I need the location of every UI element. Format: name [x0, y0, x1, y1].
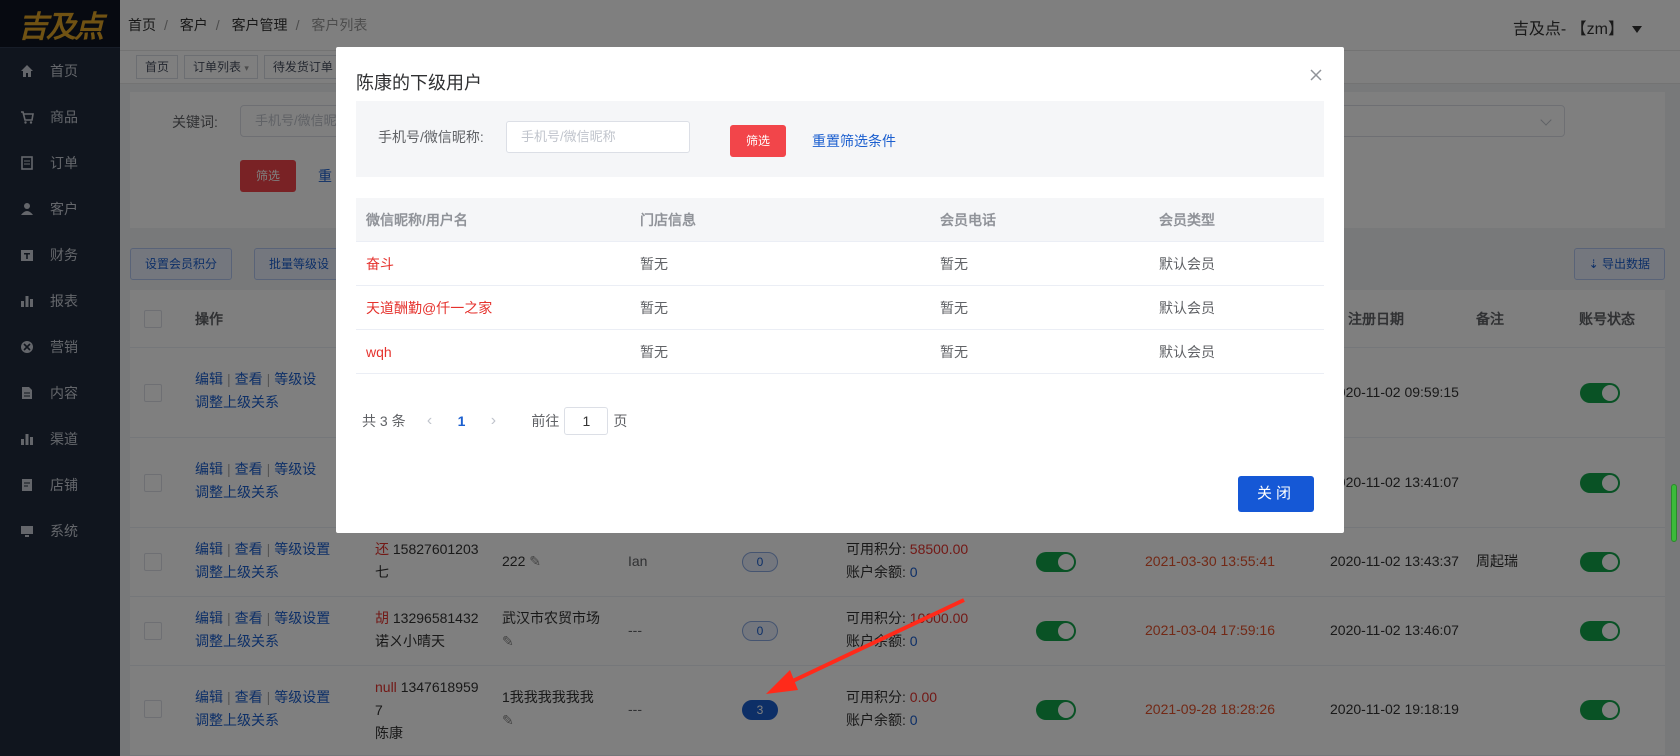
next-page-icon[interactable]: › [483, 412, 503, 430]
store-info: 暂无 [640, 344, 668, 360]
member-type: 默认会员 [1159, 344, 1215, 360]
close-button[interactable]: 关闭 [1238, 476, 1314, 512]
store-info: 暂无 [640, 256, 668, 272]
table-row: wqh 暂无 暂无 默认会员 [356, 330, 1324, 374]
member-phone: 暂无 [940, 344, 968, 360]
page-number[interactable]: 1 [458, 413, 466, 429]
user-name-link[interactable]: 奋斗 [366, 255, 394, 273]
col-store: 门店信息 [640, 212, 696, 228]
member-phone: 暂无 [940, 256, 968, 272]
user-name-link[interactable]: wqh [366, 343, 392, 361]
dialog-filter-label: 手机号/微信昵称: [378, 129, 484, 145]
col-nickname: 微信昵称/用户名 [366, 212, 468, 228]
col-phone: 会员电话 [940, 212, 996, 228]
table-row: 天道酬勤@仟一之家 暂无 暂无 默认会员 [356, 286, 1324, 330]
goto-label: 前往 [531, 413, 560, 429]
page-suffix: 页 [613, 413, 628, 429]
dialog-filter-button[interactable]: 筛选 [730, 125, 786, 157]
goto-page-input[interactable]: 1 [564, 407, 609, 435]
table-row: 奋斗 暂无 暂无 默认会员 [356, 242, 1324, 286]
dialog-search-input[interactable]: 手机号/微信昵称 [506, 121, 690, 153]
pager-total: 共 3 条 [362, 413, 406, 429]
store-info: 暂无 [640, 300, 668, 316]
dialog-filter: 手机号/微信昵称: 手机号/微信昵称 筛选 重置筛选条件 [356, 101, 1324, 177]
dialog-table-header: 微信昵称/用户名 门店信息 会员电话 会员类型 [356, 198, 1324, 242]
col-type: 会员类型 [1159, 212, 1215, 228]
member-phone: 暂无 [940, 300, 968, 316]
close-icon[interactable] [1308, 67, 1324, 83]
pagination: 共 3 条 ‹ 1 › 前往 1 页 [362, 407, 627, 435]
user-name-link[interactable]: 天道酬勤@仟一之家 [366, 299, 492, 317]
dialog-reset-link[interactable]: 重置筛选条件 [812, 131, 896, 151]
scroll-indicator[interactable] [1671, 484, 1677, 542]
member-type: 默认会员 [1159, 256, 1215, 272]
dialog-title: 陈康的下级用户 [356, 73, 482, 93]
member-type: 默认会员 [1159, 300, 1215, 316]
prev-page-icon[interactable]: ‹ [420, 412, 440, 430]
sub-users-table: 微信昵称/用户名 门店信息 会员电话 会员类型 奋斗 暂无 暂无 默认会员 天道… [356, 198, 1324, 374]
sub-users-dialog: 陈康的下级用户 手机号/微信昵称: 手机号/微信昵称 筛选 重置筛选条件 微信昵… [336, 47, 1344, 533]
